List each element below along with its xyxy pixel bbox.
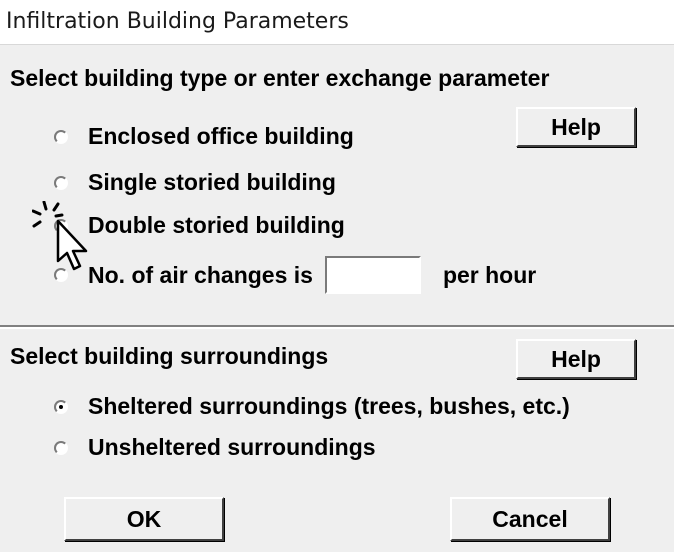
radio-sheltered[interactable] [54,399,68,414]
option-sheltered-label: Sheltered surroundings (trees, bushes, e… [88,393,570,419]
option-single-storied[interactable]: Single storied building [54,169,336,196]
option-unsheltered-label: Unsheltered surroundings [88,434,376,460]
radio-unsheltered[interactable] [54,440,68,455]
section-divider [0,325,674,329]
window-title-bar: Infiltration Building Parameters [0,0,674,44]
option-air-changes[interactable]: No. of air changes is per hour [54,256,536,294]
dialog-body: Select building type or enter exchange p… [0,44,674,552]
option-enclosed-office[interactable]: Enclosed office building [54,123,354,150]
option-single-storied-label: Single storied building [88,169,336,195]
air-changes-input[interactable] [324,256,421,294]
air-changes-unit-label: per hour [442,261,537,288]
mouse-pointer-click-icon [32,201,88,271]
option-unsheltered[interactable]: Unsheltered surroundings [54,434,376,461]
option-sheltered[interactable]: Sheltered surroundings (trees, bushes, e… [54,393,570,420]
option-double-storied[interactable]: Double storied building [54,212,345,239]
option-double-storied-label: Double storied building [88,212,345,238]
radio-enclosed-office[interactable] [54,129,68,144]
window-title: Infiltration Building Parameters [6,9,349,34]
option-air-changes-label: No. of air changes is [88,261,313,288]
cancel-button[interactable]: Cancel [450,497,610,541]
building-type-heading: Select building type or enter exchange p… [10,65,550,91]
ok-button[interactable]: OK [64,497,224,541]
surroundings-heading: Select building surroundings [10,343,329,369]
option-enclosed-office-label: Enclosed office building [88,123,354,149]
surroundings-help-button[interactable]: Help [516,339,636,379]
radio-single-storied[interactable] [54,175,68,190]
building-type-help-button[interactable]: Help [516,107,636,147]
